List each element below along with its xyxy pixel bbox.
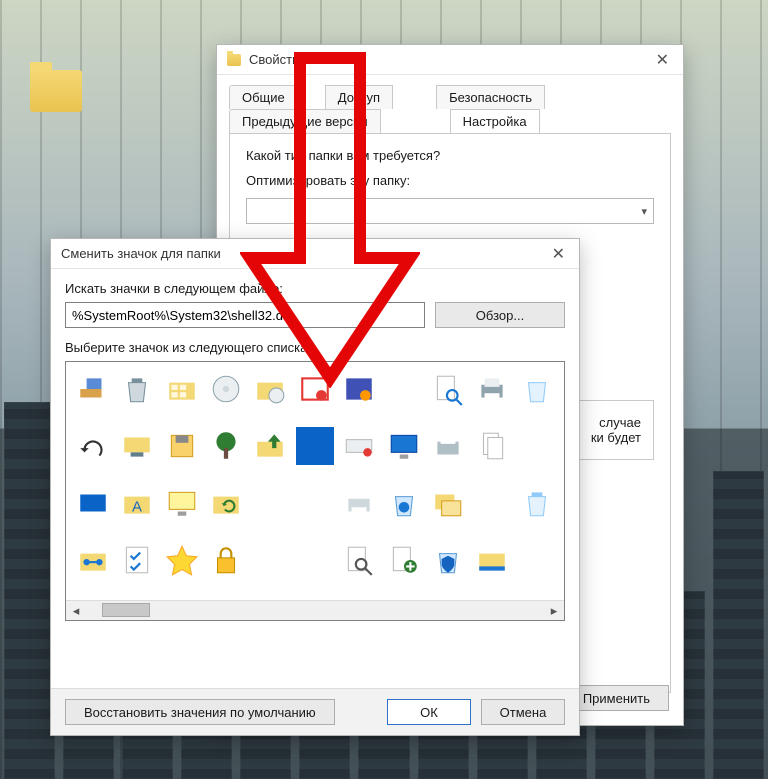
icon-folder-refresh[interactable] <box>207 484 245 522</box>
search-label: Искать значки в следующем файле: <box>65 281 565 296</box>
icon-folder-grid[interactable] <box>163 370 201 408</box>
scroll-thumb[interactable] <box>102 603 150 617</box>
icon-recycle-bin[interactable] <box>118 370 156 408</box>
icon-lock[interactable] <box>207 541 245 579</box>
browse-button[interactable]: Обзор... <box>435 302 565 328</box>
chevron-down-icon: ▾ <box>641 205 647 218</box>
tab-access[interactable]: Доступ <box>325 85 393 109</box>
scroll-left-icon[interactable]: ◂ <box>66 601 86 620</box>
icon-app-window-link[interactable] <box>296 370 334 408</box>
icon-printer-2[interactable] <box>429 427 467 465</box>
icon-doc-plus[interactable] <box>385 541 423 579</box>
icon-pages[interactable] <box>473 427 511 465</box>
icon-recycle-3[interactable] <box>385 484 423 522</box>
icon-folder-a[interactable]: A <box>118 484 156 522</box>
icon-printer-3[interactable] <box>340 484 378 522</box>
icon-spacer[interactable] <box>385 370 423 408</box>
icon-list[interactable]: A ◂ ▸ <box>65 361 565 621</box>
note-line-2: ки будет <box>591 430 641 445</box>
note-line-1: случае <box>591 415 641 430</box>
icon-spacer[interactable] <box>518 427 556 465</box>
icon-network-tree[interactable] <box>74 541 112 579</box>
tab-previous-versions[interactable]: Предыдущие версии <box>229 109 381 133</box>
icon-folder-blue[interactable] <box>473 541 511 579</box>
optimize-label: Оптимизировать эту папку: <box>246 173 654 188</box>
ok-button[interactable]: ОК <box>387 699 471 725</box>
icon-app-window-gear[interactable] <box>340 370 378 408</box>
icon-search-doc[interactable] <box>340 541 378 579</box>
icon-spacer[interactable] <box>296 541 334 579</box>
scroll-right-icon[interactable]: ▸ <box>544 601 564 620</box>
icon-search-page[interactable] <box>429 370 467 408</box>
icon-monitor[interactable] <box>385 427 423 465</box>
properties-title: Свойства: <box>249 52 310 67</box>
cancel-button[interactable]: Отмена <box>481 699 565 725</box>
icon-ac-unit[interactable] <box>340 427 378 465</box>
close-icon[interactable]: ✕ <box>548 244 569 264</box>
restore-defaults-button[interactable]: Восстановить значения по умолчанию <box>65 699 335 725</box>
icon-spacer[interactable] <box>251 541 289 579</box>
tab-security[interactable]: Безопасность <box>436 85 545 109</box>
icon-monitor-yellow[interactable] <box>163 484 201 522</box>
icon-blue-rect[interactable] <box>74 484 112 522</box>
icon-hscrollbar[interactable]: ◂ ▸ <box>66 600 564 620</box>
icon-spacer[interactable] <box>251 484 289 522</box>
icon-recycle-bin-2[interactable] <box>518 370 556 408</box>
icon-folder-up[interactable] <box>251 427 289 465</box>
icon-recycle-shield[interactable] <box>429 541 467 579</box>
dialog-titlebar[interactable]: Сменить значок для папки ✕ <box>51 239 579 269</box>
icon-blue-square[interactable] <box>296 427 334 465</box>
icon-printer[interactable] <box>473 370 511 408</box>
choose-label: Выберите значок из следующего списка: <box>65 340 565 355</box>
icon-redo[interactable] <box>74 427 112 465</box>
icon-trash[interactable] <box>518 484 556 522</box>
svg-text:A: A <box>132 500 142 516</box>
desktop-folder-icon[interactable] <box>30 70 82 112</box>
icon-spacer[interactable] <box>296 484 334 522</box>
icon-network-folder[interactable] <box>118 427 156 465</box>
properties-titlebar[interactable]: Свойства: ✕ <box>217 45 683 75</box>
icon-floppy[interactable] <box>163 427 201 465</box>
dialog-title: Сменить значок для папки <box>61 246 221 261</box>
tab-customize[interactable]: Настройка <box>450 109 540 133</box>
icon-folder-cd[interactable] <box>251 370 289 408</box>
tab-general[interactable]: Общие <box>229 85 298 109</box>
icon-checklist[interactable] <box>118 541 156 579</box>
icon-spacer[interactable] <box>473 484 511 522</box>
icon-hand-share[interactable] <box>74 370 112 408</box>
icon-star[interactable] <box>163 541 201 579</box>
icon-path-input[interactable] <box>65 302 425 328</box>
folder-type-question: Какой тип папки вам требуется? <box>246 148 654 163</box>
change-icon-dialog: Сменить значок для папки ✕ Искать значки… <box>50 238 580 736</box>
folder-icon <box>227 54 241 66</box>
icon-folders[interactable] <box>429 484 467 522</box>
icon-disc[interactable] <box>207 370 245 408</box>
icon-tree[interactable] <box>207 427 245 465</box>
optimize-combo[interactable]: ▾ <box>246 198 654 224</box>
close-icon[interactable]: ✕ <box>652 50 673 70</box>
